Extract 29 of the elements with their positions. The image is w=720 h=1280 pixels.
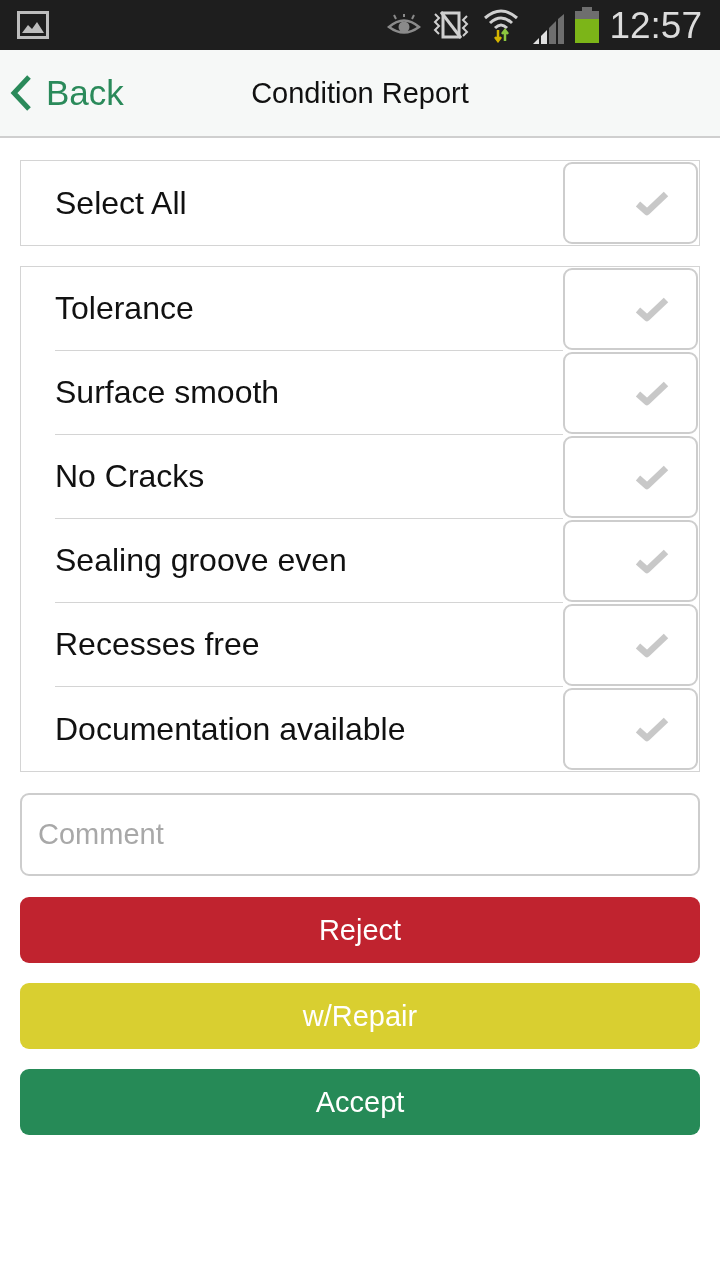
check-icon	[634, 715, 670, 743]
checkbox[interactable]	[563, 520, 698, 602]
screen-title: Condition Report	[251, 76, 469, 110]
image-icon	[17, 11, 49, 39]
chevron-left-icon	[8, 74, 34, 112]
checkbox[interactable]	[563, 604, 698, 686]
check-icon	[634, 463, 670, 491]
checkbox[interactable]	[563, 436, 698, 518]
comment-field[interactable]: Comment	[20, 793, 700, 876]
check-icon	[634, 379, 670, 407]
check-icon	[634, 295, 670, 323]
action-button[interactable]: Reject	[20, 897, 700, 963]
checklist-label: Select All	[55, 183, 188, 223]
eye-icon	[387, 14, 422, 36]
check-icon	[634, 631, 670, 659]
action-button[interactable]: Accept	[20, 1069, 700, 1135]
signal-icon	[531, 14, 566, 44]
vibrate-off-icon	[433, 10, 470, 40]
select-all-checkbox[interactable]	[563, 162, 698, 244]
checklist-label: Documentation available	[55, 709, 407, 749]
check-icon	[634, 189, 670, 217]
checkbox[interactable]	[563, 268, 698, 350]
back-button[interactable]: Back	[0, 73, 124, 113]
wifi-icon	[483, 7, 520, 43]
clock-time: 12:57	[609, 6, 702, 44]
check-icon	[634, 547, 670, 575]
battery-icon	[575, 7, 600, 43]
checkbox[interactable]	[563, 352, 698, 434]
checkbox[interactable]	[563, 688, 698, 770]
